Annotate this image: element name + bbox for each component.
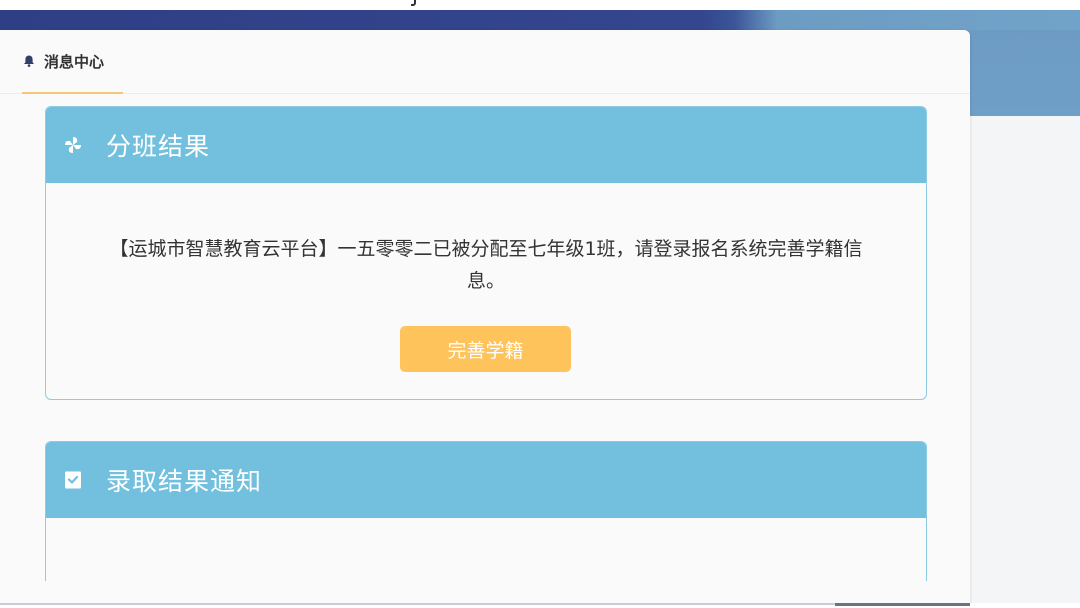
card-title: 分班结果: [106, 132, 211, 161]
screen: 消息中心 分班结果 【运城市智慧教育云平台】一五零零二已被分配至七年级1班，请登…: [0, 0, 1080, 608]
card-header: 分班结果: [46, 107, 926, 183]
tab-bar: 消息中心: [0, 30, 970, 94]
top-strip: [0, 0, 1080, 10]
tab-message-center[interactable]: 消息中心: [22, 30, 123, 94]
card-title: 录取结果通知: [106, 467, 263, 496]
pinwheel-icon: [62, 134, 84, 156]
card-header: 录取结果通知: [46, 442, 926, 518]
bell-icon: [22, 54, 36, 68]
complete-enrollment-button[interactable]: 完善学籍: [400, 326, 571, 372]
header-band: [0, 10, 1080, 30]
admission-notice-card: 录取结果通知: [45, 441, 927, 581]
tab-label: 消息中心: [44, 52, 105, 71]
clipboard-check-icon: [62, 469, 84, 491]
class-assignment-card: 分班结果 【运城市智慧教育云平台】一五零零二已被分配至七年级1班，请登录报名系统…: [45, 106, 927, 400]
card-message: 【运城市智慧教育云平台】一五零零二已被分配至七年级1班，请登录报名系统完善学籍信…: [109, 238, 863, 292]
bottom-shadow: [0, 603, 835, 605]
scrollbar-track[interactable]: [835, 603, 970, 606]
